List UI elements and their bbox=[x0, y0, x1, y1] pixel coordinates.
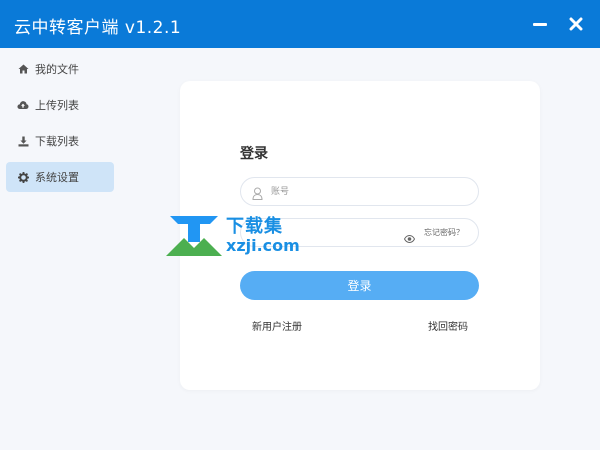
sidebar: 我的文件 上传列表 下载列表 系统设置 bbox=[0, 48, 122, 450]
cloud-upload-icon bbox=[17, 99, 29, 111]
sidebar-item-my-files[interactable]: 我的文件 bbox=[6, 54, 114, 84]
window-title: 云中转客户端 v1.2.1 bbox=[14, 18, 182, 38]
account-input[interactable] bbox=[271, 178, 421, 205]
close-button[interactable] bbox=[564, 12, 588, 36]
watermark-logo-icon bbox=[166, 216, 222, 256]
sidebar-item-upload-list[interactable]: 上传列表 bbox=[6, 90, 114, 120]
register-link[interactable]: 新用户注册 bbox=[252, 318, 302, 333]
gear-icon bbox=[17, 171, 29, 183]
recover-password-link[interactable]: 找回密码 bbox=[428, 318, 468, 333]
eye-icon[interactable] bbox=[403, 228, 416, 247]
watermark-en-text: xzji.com bbox=[226, 236, 300, 255]
sidebar-item-label: 下载列表 bbox=[35, 135, 79, 148]
sidebar-item-label: 系统设置 bbox=[35, 171, 79, 184]
login-button[interactable]: 登录 bbox=[240, 271, 479, 300]
sidebar-item-label: 上传列表 bbox=[35, 99, 79, 112]
sidebar-item-download-list[interactable]: 下载列表 bbox=[6, 126, 114, 156]
download-icon bbox=[17, 135, 29, 147]
title-bar: 云中转客户端 v1.2.1 bbox=[0, 0, 600, 48]
watermark: 下载集 xzji.com bbox=[166, 212, 306, 260]
minimize-button[interactable] bbox=[528, 12, 552, 36]
login-title: 登录 bbox=[240, 146, 268, 162]
watermark-cn-text: 下载集 bbox=[226, 216, 283, 237]
close-icon bbox=[569, 17, 583, 31]
home-icon bbox=[17, 63, 29, 75]
minimize-icon bbox=[533, 23, 547, 26]
account-field[interactable] bbox=[240, 177, 479, 206]
sidebar-item-system-settings[interactable]: 系统设置 bbox=[6, 162, 114, 192]
sidebar-item-label: 我的文件 bbox=[35, 63, 79, 76]
user-icon bbox=[252, 185, 263, 204]
forgot-password-hint[interactable]: 忘记密码？ bbox=[424, 227, 464, 238]
